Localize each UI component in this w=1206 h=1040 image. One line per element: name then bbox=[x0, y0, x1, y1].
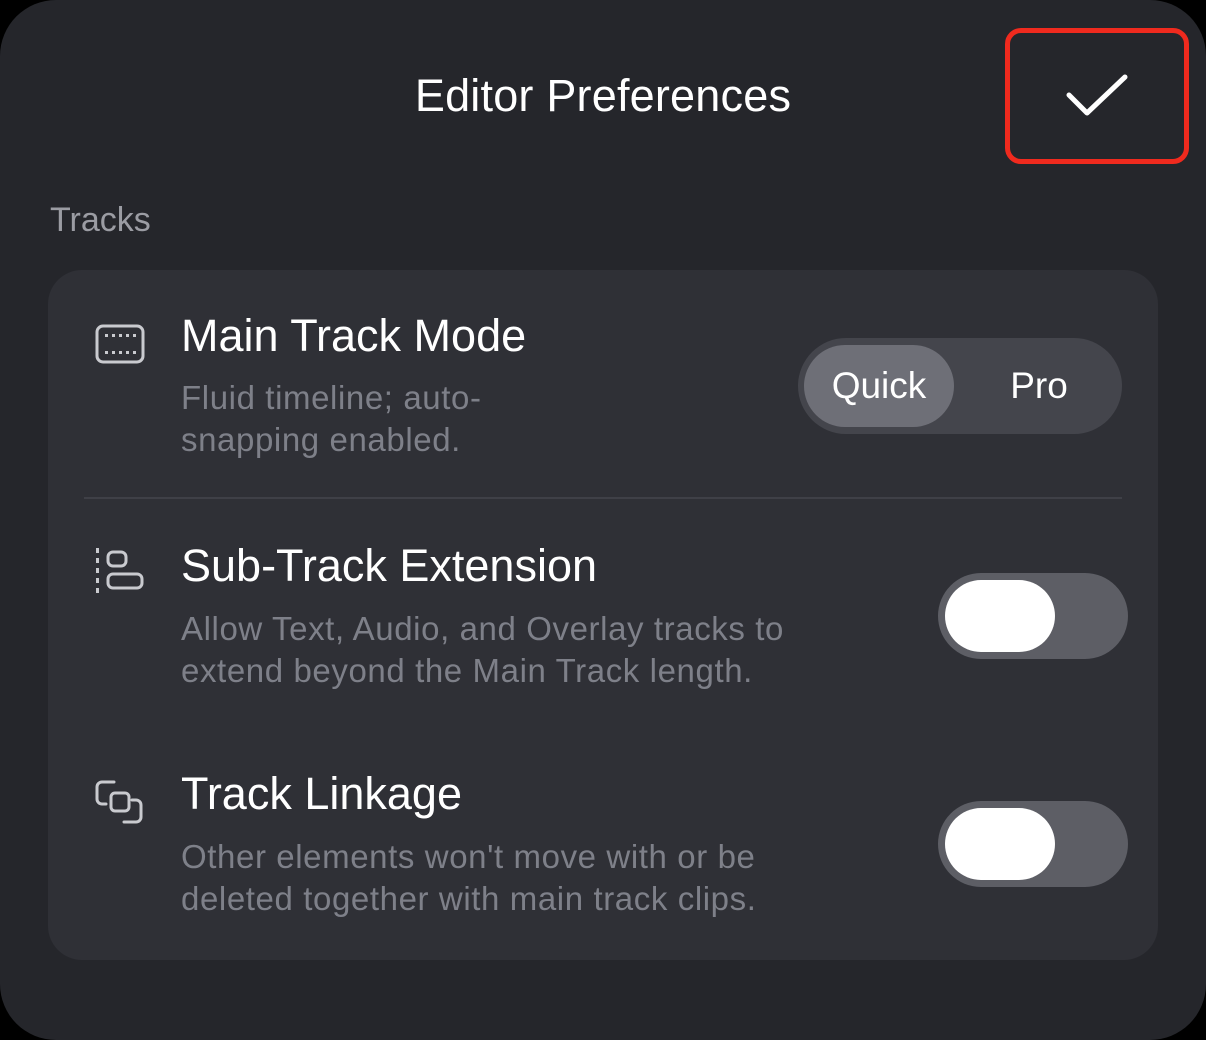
main-track-mode-title: Main Track Mode bbox=[181, 310, 527, 361]
section-label-tracks: Tracks bbox=[50, 201, 151, 239]
segment-pro[interactable]: Pro bbox=[964, 345, 1114, 427]
tracks-settings-card: Main Track Mode Fluid timeline; auto- sn… bbox=[48, 270, 1158, 960]
linked-squares-icon bbox=[95, 780, 143, 824]
sub-track-extension-description: Allow Text, Audio, and Overlay tracks to… bbox=[181, 610, 784, 689]
sub-track-extension-icon bbox=[96, 548, 144, 593]
toggle-knob bbox=[945, 808, 1055, 880]
track-linkage-title: Track Linkage bbox=[181, 768, 462, 819]
sub-track-extension-toggle[interactable] bbox=[938, 573, 1128, 659]
track-linkage-description: Other elements won't move with or be del… bbox=[181, 838, 757, 917]
preferences-sheet: Editor Preferences Tracks Main Track Mod… bbox=[0, 0, 1206, 1040]
row-divider bbox=[84, 497, 1122, 499]
checkmark-icon bbox=[1066, 74, 1128, 116]
confirm-button[interactable] bbox=[1005, 28, 1189, 164]
sub-track-extension-title: Sub-Track Extension bbox=[181, 540, 598, 591]
track-layout-icon bbox=[95, 324, 145, 364]
track-linkage-toggle[interactable] bbox=[938, 801, 1128, 887]
toggle-knob bbox=[945, 580, 1055, 652]
main-track-mode-description: Fluid timeline; auto- snapping enabled. bbox=[181, 379, 482, 458]
main-track-mode-segmented-control: Quick Pro bbox=[798, 338, 1122, 434]
segment-quick[interactable]: Quick bbox=[804, 345, 954, 427]
